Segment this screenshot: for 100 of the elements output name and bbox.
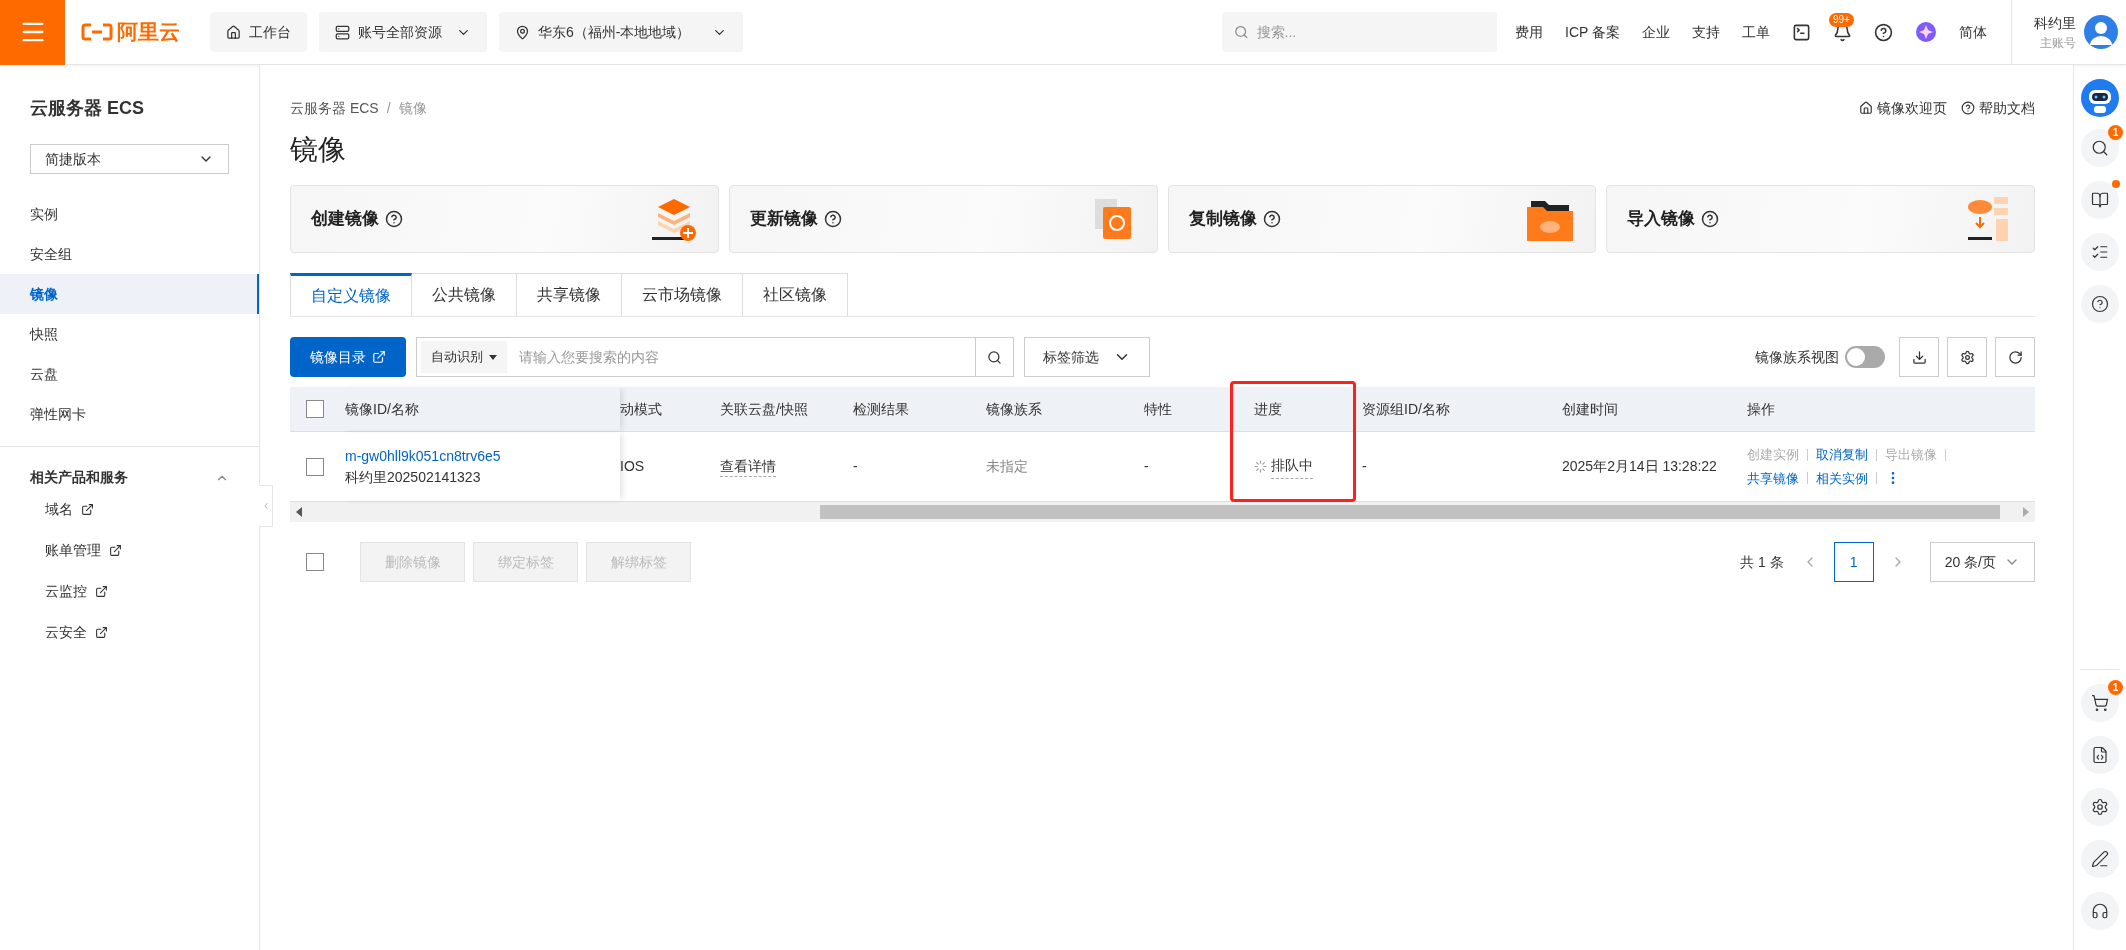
search-icon [1234, 24, 1249, 40]
sidebar-item[interactable]: 镜像 [0, 274, 259, 314]
rail-button[interactable] [2081, 788, 2119, 826]
download-icon [1911, 349, 1927, 365]
sidebar-item[interactable]: 快照 [0, 314, 259, 354]
image-catalog-button[interactable]: 镜像目录 [290, 337, 406, 377]
breadcrumb-link[interactable]: 云服务器 ECS [290, 97, 379, 119]
search-field[interactable]: 请输入您要搜索的内容 [507, 338, 975, 376]
avatar-icon[interactable] [2084, 15, 2118, 49]
help-link[interactable]: 帮助文档 [1979, 97, 2035, 119]
column-header: 镜像族系 [986, 399, 1042, 419]
language-link[interactable]: 简体 [1959, 21, 1987, 43]
refresh-button[interactable] [1995, 337, 2035, 377]
collapse-handle[interactable] [259, 485, 273, 527]
rail-button[interactable] [2081, 129, 2119, 167]
column-header: 动模式 [620, 399, 662, 419]
help-icon [1701, 210, 1720, 228]
card-title: 导入镜像 [1627, 208, 1696, 231]
location-pin-icon [515, 24, 530, 40]
date-text: 2025年2月14日 13:28:22 [1562, 458, 1717, 474]
tab[interactable]: 公共镜像 [412, 273, 517, 316]
external-link-icon [109, 543, 122, 557]
card-title: 更新镜像 [749, 208, 818, 231]
column-header: 检测结果 [853, 399, 909, 419]
home-icon [1859, 101, 1873, 115]
page-button[interactable]: 1 [1833, 542, 1874, 582]
action-card[interactable]: 导入镜像 [1606, 185, 2035, 253]
header-link[interactable]: ICP 备案 [1565, 21, 1620, 43]
details-link[interactable]: 查看详情 [720, 458, 776, 477]
horizontal-scrollbar[interactable] [290, 502, 2035, 522]
action-link[interactable]: 取消复制 [1816, 445, 1868, 465]
help-link[interactable]: 镜像欢迎页 [1877, 97, 1947, 119]
workbench-button[interactable]: 工作台 [210, 12, 307, 52]
help-icon [1961, 101, 1975, 115]
rail-button[interactable] [2081, 181, 2119, 219]
sidebar-item[interactable]: 云盘 [0, 354, 259, 394]
sparkle-icon[interactable] [1915, 21, 1937, 43]
action-card[interactable]: 创建镜像 [290, 185, 719, 253]
help-icon [2091, 295, 2109, 313]
image-id-link[interactable]: m-gw0hll9k051cn8trv6e5 [345, 445, 620, 467]
action-link[interactable]: 共享镜像 [1747, 468, 1799, 488]
toggle-label: 镜像族系视图 [1755, 347, 1839, 367]
card-title: 创建镜像 [311, 208, 379, 231]
image-name: 科约里202502141323 [345, 467, 482, 487]
resource-selector[interactable]: 账号全部资源 [319, 12, 487, 52]
sidebar-link[interactable]: 账单管理 [45, 539, 101, 561]
family-view-switch[interactable] [1845, 346, 1885, 368]
checkbox[interactable] [306, 400, 324, 418]
rail-button[interactable] [2081, 892, 2119, 930]
count-badge: 99+ [1829, 12, 1854, 27]
action-card[interactable]: 更新镜像 [728, 185, 1158, 253]
region-selector[interactable]: 华东6（福州-本地地域） [499, 12, 744, 52]
search-icon [987, 349, 1002, 365]
sidebar-link[interactable]: 域名 [45, 498, 73, 520]
external-link-icon [81, 502, 94, 516]
pen-icon [2091, 850, 2109, 868]
header-link[interactable]: 工单 [1742, 21, 1770, 43]
action-card[interactable]: 复制镜像 [1167, 185, 1597, 253]
table-cell: - [1362, 458, 1367, 474]
tab[interactable]: 社区镜像 [743, 273, 848, 316]
sidebar-title: 云服务器 ECS [29, 97, 145, 120]
version-select[interactable]: 简捷版本 [30, 144, 229, 174]
tab[interactable]: 共享镜像 [517, 273, 622, 316]
table-cell: 未指定 [986, 458, 1028, 474]
menu-button[interactable] [0, 0, 65, 65]
sidebar-link[interactable]: 云监控 [45, 580, 87, 602]
sidebar-item[interactable]: 弹性网卡 [0, 394, 259, 434]
robot-avatar-icon[interactable] [2081, 79, 2119, 117]
terminal-icon[interactable] [1792, 22, 1811, 42]
search-box[interactable]: 自动识别 请输入您要搜索的内容 [416, 337, 1014, 377]
sidebar-item[interactable]: 实例 [0, 194, 259, 234]
user-name: 科约里 [2034, 13, 2076, 33]
tab[interactable]: 云市场镜像 [622, 273, 743, 316]
document-code-icon [2091, 746, 2109, 764]
logo-icon [81, 23, 113, 41]
settings-icon [2091, 798, 2109, 816]
action-link[interactable]: 相关实例 [1816, 468, 1868, 488]
rail-button[interactable] [2081, 840, 2119, 878]
checkbox[interactable] [306, 553, 324, 571]
help-icon [1262, 210, 1281, 228]
tab[interactable]: 自定义镜像 [290, 273, 412, 316]
settings-button[interactable] [1947, 337, 1987, 377]
search-field[interactable]: 搜索... [1222, 12, 1497, 52]
search-type-select[interactable]: 自动识别 [421, 341, 507, 373]
help-icon[interactable] [1874, 22, 1893, 42]
spinner-icon [1254, 460, 1267, 473]
tag-filter-button[interactable]: 标签筛选 [1024, 337, 1150, 377]
rail-button[interactable] [2081, 285, 2119, 323]
checkbox[interactable] [306, 457, 324, 476]
sidebar-link[interactable]: 云安全 [45, 621, 87, 643]
header-link[interactable]: 支持 [1692, 21, 1720, 43]
sidebar-item[interactable]: 安全组 [0, 234, 259, 274]
rail-button[interactable] [2081, 736, 2119, 774]
search-input[interactable]: 搜索... [1256, 21, 1485, 43]
header-link[interactable]: 企业 [1642, 21, 1670, 43]
download-button[interactable] [1899, 337, 1939, 377]
header-link[interactable]: 费用 [1515, 21, 1543, 43]
help-icon [385, 210, 403, 228]
page-size-select[interactable]: 20 条/页 [1929, 542, 2035, 582]
rail-button[interactable] [2081, 684, 2119, 722]
